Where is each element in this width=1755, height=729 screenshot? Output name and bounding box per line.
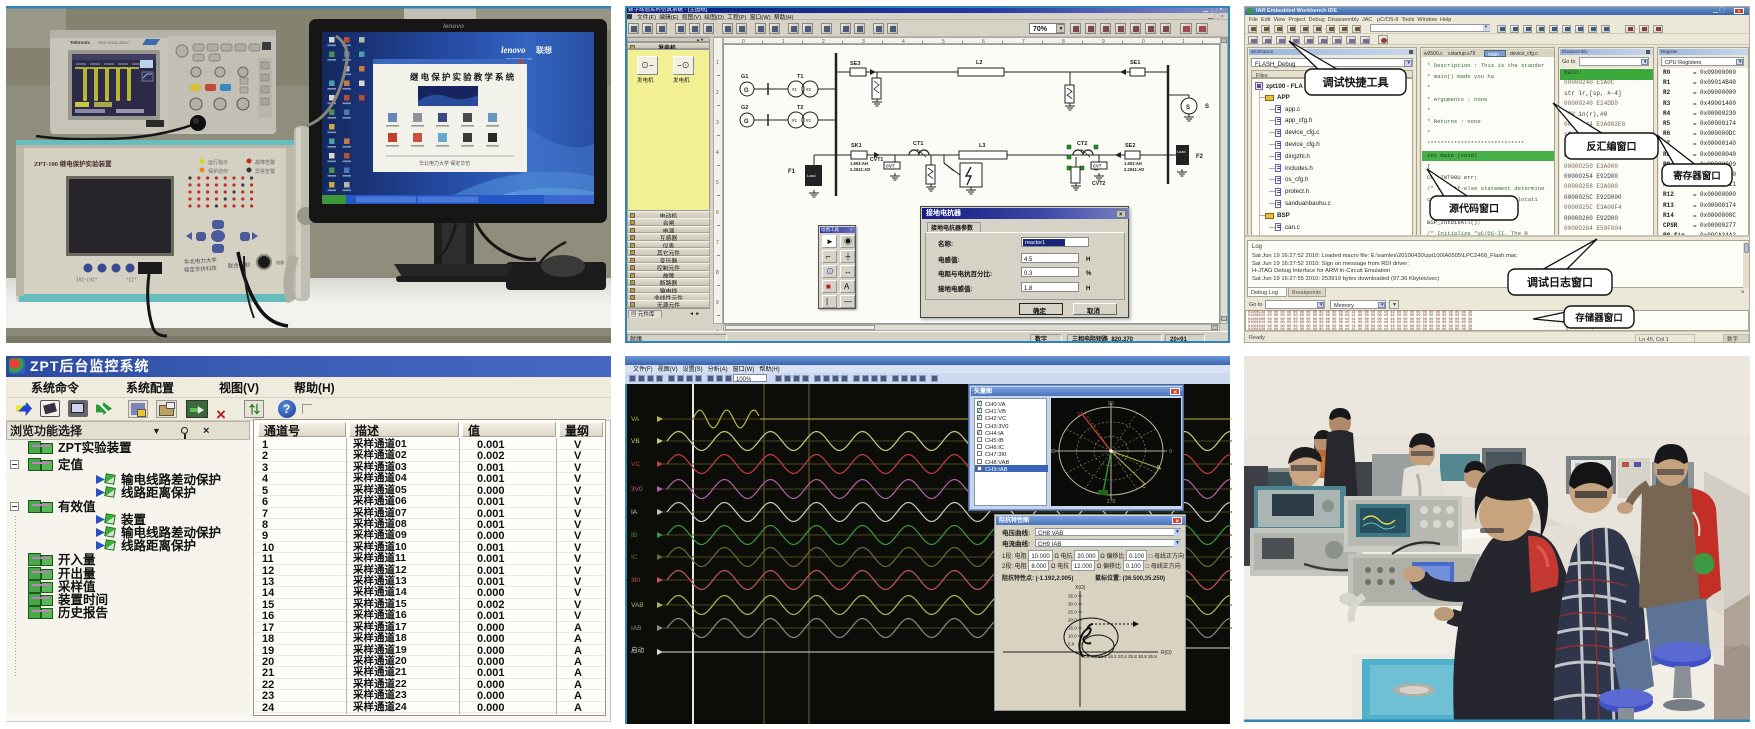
svg-text:IC: IC — [631, 551, 638, 561]
svg-text:IA: IA — [631, 506, 638, 516]
svg-text:继 电 保 护 实 验 教 学 系 统: 继 电 保 护 实 验 教 学 系 统 — [410, 71, 515, 83]
svg-text:调试日志窗口: 调试日志窗口 — [1527, 274, 1593, 290]
svg-text:华北电力大学 保定华仿: 华北电力大学 保定华仿 — [419, 160, 470, 167]
svg-text:启动: 启动 — [631, 644, 645, 654]
svg-text:30.0: 30.0 — [1068, 602, 1077, 607]
svg-text:保护动作: 保护动作 — [208, 168, 228, 175]
svg-text:源代码窗口: 源代码窗口 — [1449, 200, 1499, 215]
svg-text:运行指示: 运行指示 — [208, 159, 228, 166]
svg-text:*[]*: *[]* — [126, 277, 137, 283]
svg-text:[O]-[O]*: [O]-[O]* — [76, 277, 98, 283]
svg-text:5.0: 5.0 — [1068, 642, 1075, 647]
svg-text:故障告警: 故障告警 — [255, 159, 275, 166]
svg-text:90: 90 — [1108, 401, 1114, 407]
svg-text:VA: VA — [631, 413, 640, 423]
svg-text:异常告警: 异常告警 — [255, 168, 275, 175]
svg-text:联想: 联想 — [536, 45, 552, 56]
svg-text:180: 180 — [1051, 449, 1056, 455]
svg-text:寄存器窗口: 寄存器窗口 — [1673, 168, 1721, 182]
svg-text:反汇编窗口: 反汇编窗口 — [1587, 138, 1637, 153]
svg-text:0: 0 — [1169, 449, 1172, 455]
svg-text:25.0: 25.0 — [1068, 610, 1077, 615]
svg-text:270: 270 — [1107, 499, 1116, 505]
svg-text:10.0: 10.0 — [1068, 634, 1077, 639]
svg-text:TDS 1012C-EDU: TDS 1012C-EDU — [98, 40, 129, 45]
svg-text:C: C — [1142, 484, 1146, 490]
svg-text:VAB: VAB — [631, 599, 644, 609]
svg-text:3I0: 3I0 — [631, 574, 640, 584]
svg-text:IAB: IAB — [631, 622, 641, 632]
svg-text:调试快捷工具: 调试快捷工具 — [1323, 74, 1389, 90]
svg-text:lenovo: lenovo — [501, 43, 526, 56]
svg-text:ZPT-100 继电保护实验装置: ZPT-100 继电保护实验装置 — [34, 158, 112, 168]
svg-text:IB: IB — [631, 529, 637, 539]
svg-text:存储器窗口: 存储器窗口 — [1574, 310, 1623, 324]
svg-text:3V0: 3V0 — [631, 483, 643, 493]
svg-text:R(Ω): R(Ω) — [1161, 650, 1172, 656]
svg-text:VB: VB — [631, 435, 640, 445]
svg-text:Tektronix: Tektronix — [70, 40, 90, 45]
svg-text:35.0: 35.0 — [1068, 594, 1077, 599]
svg-text:X(Ω): X(Ω) — [1075, 585, 1086, 591]
svg-text:lenovo: lenovo — [443, 23, 464, 30]
svg-text:电源: 电源 — [276, 259, 284, 266]
svg-text:VA: VA — [1077, 412, 1084, 418]
svg-text:VC: VC — [631, 458, 640, 468]
